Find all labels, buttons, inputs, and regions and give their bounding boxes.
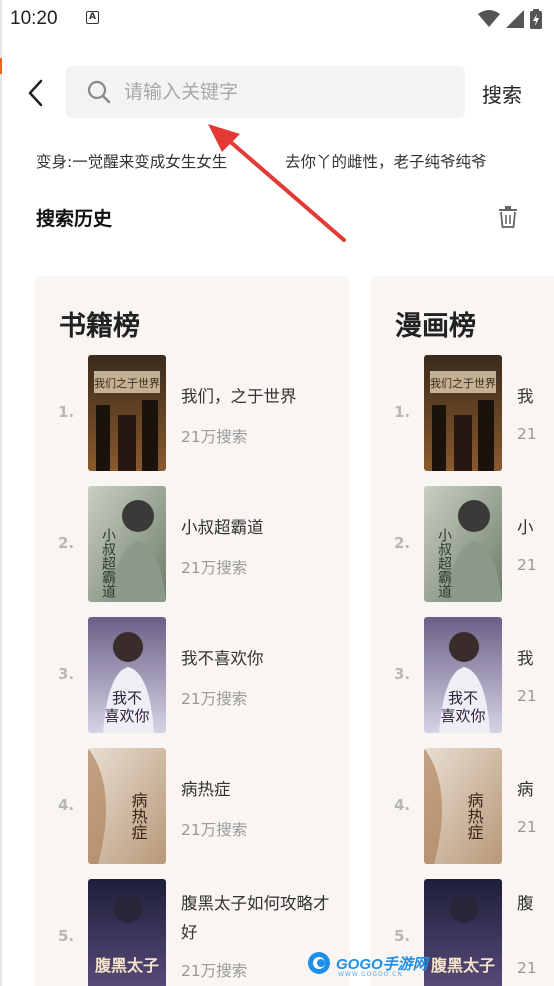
ranking-item[interactable]: 5. 腹黑太子 腹黑太子如何攻略才好 21万搜索 bbox=[34, 879, 350, 986]
watermark-logo: GOGO手游网 WWW.GOGOO.CN bbox=[306, 948, 428, 978]
item-title: 小叔超霸道 bbox=[181, 518, 264, 537]
svg-text:腹黑太子: 腹黑太子 bbox=[431, 956, 495, 975]
comic-cover: 我们之于世界 bbox=[424, 355, 502, 471]
ranking-item[interactable]: 4. 病热症 病 21 bbox=[370, 748, 554, 864]
notification-icon: A bbox=[86, 11, 99, 24]
hot-word-chip[interactable]: 变身:一觉醒来变成女生女生 bbox=[36, 150, 227, 172]
item-title: 小 bbox=[517, 518, 534, 537]
watermark-url: WWW.GOGOO.CN bbox=[338, 971, 403, 978]
wifi-icon bbox=[478, 10, 500, 27]
ranking-item[interactable]: 2. 小叔超霸道 小叔超霸道 21万搜索 bbox=[34, 486, 350, 602]
svg-text:病热症: 病热症 bbox=[465, 792, 484, 840]
book-cover: 我不 喜欢你 bbox=[88, 617, 166, 733]
search-count: 21 bbox=[517, 959, 537, 977]
ranking-title: 书籍榜 bbox=[59, 311, 140, 342]
rank-number: 4. bbox=[394, 796, 411, 814]
hot-word-chip[interactable]: 去你丫的雌性，老子纯爷纯爷 bbox=[285, 150, 487, 172]
trash-icon[interactable] bbox=[498, 206, 518, 228]
ranking-item[interactable]: 1. 我们之于世界 我们，之于世界 21万搜索 bbox=[34, 355, 350, 471]
status-icons bbox=[478, 9, 542, 29]
search-count: 21 bbox=[517, 425, 537, 443]
search-count: 21万搜索 bbox=[181, 690, 248, 708]
gogo-logo-icon bbox=[308, 952, 330, 974]
book-cover: 我们之于世界 bbox=[88, 355, 166, 471]
svg-text:我不: 我不 bbox=[112, 689, 142, 707]
item-title: 病 bbox=[517, 780, 534, 799]
rank-number: 5. bbox=[394, 927, 411, 945]
rank-number: 2. bbox=[58, 534, 75, 552]
ranking-item[interactable]: 2. 小叔超霸道 小 21 bbox=[370, 486, 554, 602]
rank-number: 4. bbox=[58, 796, 75, 814]
search-count: 21 bbox=[517, 556, 537, 574]
search-history-title: 搜索历史 bbox=[36, 208, 113, 230]
svg-text:喜欢你: 喜欢你 bbox=[440, 707, 485, 725]
book-cover: 小叔超霸道 bbox=[88, 486, 166, 602]
item-title: 腹 bbox=[517, 894, 534, 913]
search-count: 21 bbox=[517, 818, 537, 836]
book-cover: 病热症 bbox=[88, 748, 166, 864]
item-title: 我 bbox=[517, 649, 534, 668]
search-input[interactable] bbox=[124, 76, 444, 108]
search-count: 21 bbox=[517, 687, 537, 705]
search-button[interactable]: 搜索 bbox=[482, 79, 522, 108]
ranking-item[interactable]: 1. 我们之于世界 我 21 bbox=[370, 355, 554, 471]
svg-text:病热症: 病热症 bbox=[129, 792, 148, 840]
rank-number: 3. bbox=[394, 665, 411, 683]
hot-words-row: 变身:一觉醒来变成女生女生 去你丫的雌性，老子纯爷纯爷 bbox=[36, 150, 546, 174]
ranking-item[interactable]: 4. 病热症 病热症 21万搜索 bbox=[34, 748, 350, 864]
rank-number: 1. bbox=[58, 403, 75, 421]
battery-icon bbox=[530, 9, 542, 29]
item-title: 我们，之于世界 bbox=[181, 387, 297, 406]
rank-number: 1. bbox=[394, 403, 411, 421]
status-time: 10:20 bbox=[10, 8, 58, 29]
search-icon bbox=[87, 80, 111, 104]
chevron-left-icon bbox=[28, 79, 43, 107]
ranking-item[interactable]: 3. 我不 喜欢你 我不喜欢你 21万搜索 bbox=[34, 617, 350, 733]
svg-text:小叔超霸道: 小叔超霸道 bbox=[100, 528, 116, 599]
comic-cover: 腹黑太子 bbox=[424, 879, 502, 986]
item-title: 我 bbox=[517, 387, 534, 406]
search-box[interactable] bbox=[66, 66, 465, 118]
svg-text:小叔超霸道: 小叔超霸道 bbox=[436, 528, 452, 599]
search-count: 21万搜索 bbox=[181, 428, 248, 446]
edge-accent-mark bbox=[0, 58, 2, 74]
rank-number: 2. bbox=[394, 534, 411, 552]
item-title: 我不喜欢你 bbox=[181, 649, 264, 668]
search-count: 21万搜索 bbox=[181, 962, 248, 980]
svg-text:腹黑太子: 腹黑太子 bbox=[95, 956, 159, 975]
left-edge-divider bbox=[0, 0, 2, 986]
search-count: 21万搜索 bbox=[181, 559, 248, 577]
rank-number: 5. bbox=[58, 927, 75, 945]
svg-text:我们之于世界: 我们之于世界 bbox=[430, 376, 496, 390]
item-title: 腹黑太子如何攻略才好 bbox=[181, 894, 330, 942]
comic-cover: 我不 喜欢你 bbox=[424, 617, 502, 733]
search-count: 21万搜索 bbox=[181, 821, 248, 839]
item-title: 病热症 bbox=[181, 780, 231, 799]
comic-cover: 病热症 bbox=[424, 748, 502, 864]
svg-text:喜欢你: 喜欢你 bbox=[104, 707, 149, 725]
svg-text:我们之于世界: 我们之于世界 bbox=[94, 376, 160, 390]
comic-cover: 小叔超霸道 bbox=[424, 486, 502, 602]
ranking-title: 漫画榜 bbox=[395, 311, 476, 342]
books-ranking-card: 书籍榜 1. 我们之于世界 我们，之于世界 21万搜索 2. 小叔超霸道 小叔超… bbox=[34, 276, 350, 986]
ranking-item[interactable]: 3. 我不 喜欢你 我 21 bbox=[370, 617, 554, 733]
svg-text:我不: 我不 bbox=[448, 689, 478, 707]
back-button[interactable] bbox=[22, 76, 52, 110]
status-bar: 10:20 A bbox=[0, 0, 554, 38]
comics-ranking-card: 漫画榜 1. 我们之于世界 我 21 2. 小叔超霸道 小 21 3. 我不 喜欢… bbox=[370, 276, 554, 986]
signal-icon bbox=[506, 10, 524, 28]
rank-number: 3. bbox=[58, 665, 75, 683]
book-cover: 腹黑太子 bbox=[88, 879, 166, 986]
